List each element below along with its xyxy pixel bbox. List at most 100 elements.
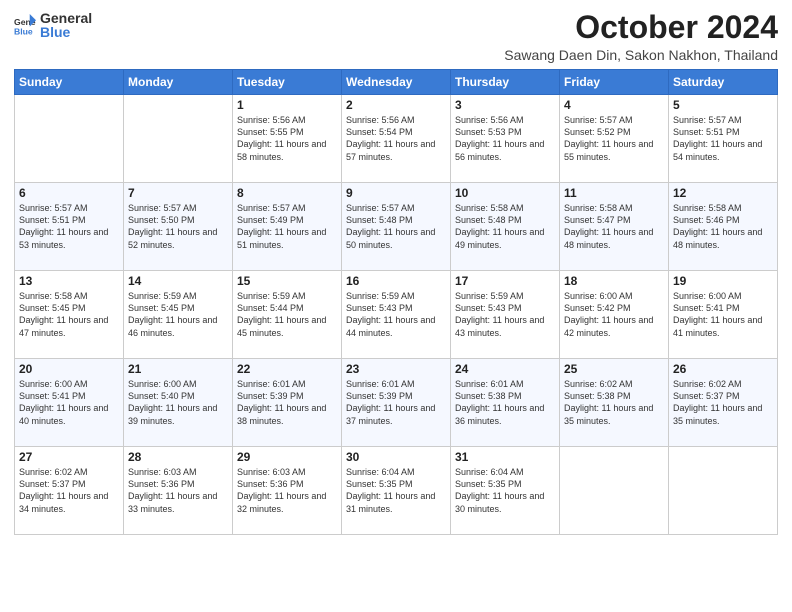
logo: General Blue General Blue [14, 10, 92, 40]
main-title: October 2024 [504, 10, 778, 45]
week-row-4: 27 Sunrise: 6:02 AM Sunset: 5:37 PM Dayli… [15, 447, 778, 535]
cell-info: Sunrise: 5:57 AM Sunset: 5:51 PM Dayligh… [673, 114, 773, 163]
cell-4-3: 30 Sunrise: 6:04 AM Sunset: 5:35 PM Dayli… [342, 447, 451, 535]
week-row-1: 6 Sunrise: 5:57 AM Sunset: 5:51 PM Daylig… [15, 183, 778, 271]
cell-info: Sunrise: 5:58 AM Sunset: 5:47 PM Dayligh… [564, 202, 664, 251]
week-row-0: 1 Sunrise: 5:56 AM Sunset: 5:55 PM Daylig… [15, 95, 778, 183]
cell-3-6: 26 Sunrise: 6:02 AM Sunset: 5:37 PM Dayli… [669, 359, 778, 447]
cell-info: Sunrise: 6:04 AM Sunset: 5:35 PM Dayligh… [455, 466, 555, 515]
cell-0-3: 2Sunrise: 5:56 AM Sunset: 5:54 PM Daylig… [342, 95, 451, 183]
week-row-3: 20Sunrise: 6:00 AM Sunset: 5:41 PM Dayli… [15, 359, 778, 447]
cell-info: Sunrise: 5:57 AM Sunset: 5:50 PM Dayligh… [128, 202, 228, 251]
day-number: 30 [346, 450, 446, 464]
day-number: 26 [673, 362, 773, 376]
day-number: 6 [19, 186, 119, 200]
cell-info: Sunrise: 5:57 AM Sunset: 5:48 PM Dayligh… [346, 202, 446, 251]
cell-2-6: 19Sunrise: 6:00 AM Sunset: 5:41 PM Dayli… [669, 271, 778, 359]
cell-4-2: 29 Sunrise: 6:03 AM Sunset: 5:36 PM Dayli… [233, 447, 342, 535]
cell-0-6: 5Sunrise: 5:57 AM Sunset: 5:51 PM Daylig… [669, 95, 778, 183]
cell-info: Sunrise: 5:56 AM Sunset: 5:54 PM Dayligh… [346, 114, 446, 163]
cell-info: Sunrise: 5:57 AM Sunset: 5:51 PM Dayligh… [19, 202, 119, 251]
cell-info: Sunrise: 5:56 AM Sunset: 5:53 PM Dayligh… [455, 114, 555, 163]
day-number: 16 [346, 274, 446, 288]
day-number: 7 [128, 186, 228, 200]
day-number: 22 [237, 362, 337, 376]
cell-1-5: 11 Sunrise: 5:58 AM Sunset: 5:47 PM Dayli… [560, 183, 669, 271]
cell-info: Sunrise: 5:59 AM Sunset: 5:45 PM Dayligh… [128, 290, 228, 339]
cell-info: Sunrise: 5:58 AM Sunset: 5:45 PM Dayligh… [19, 290, 119, 339]
cell-3-0: 20Sunrise: 6:00 AM Sunset: 5:41 PM Dayli… [15, 359, 124, 447]
cell-info: Sunrise: 5:59 AM Sunset: 5:43 PM Dayligh… [455, 290, 555, 339]
day-number: 9 [346, 186, 446, 200]
cell-2-1: 14 Sunrise: 5:59 AM Sunset: 5:45 PM Dayli… [124, 271, 233, 359]
day-number: 12 [673, 186, 773, 200]
cell-1-3: 9 Sunrise: 5:57 AM Sunset: 5:48 PM Daylig… [342, 183, 451, 271]
cell-info: Sunrise: 6:02 AM Sunset: 5:38 PM Dayligh… [564, 378, 664, 427]
header-friday: Friday [560, 70, 669, 95]
day-number: 11 [564, 186, 664, 200]
header-sunday: Sunday [15, 70, 124, 95]
cell-info: Sunrise: 6:02 AM Sunset: 5:37 PM Dayligh… [19, 466, 119, 515]
day-number: 13 [19, 274, 119, 288]
day-number: 23 [346, 362, 446, 376]
cell-4-0: 27 Sunrise: 6:02 AM Sunset: 5:37 PM Dayli… [15, 447, 124, 535]
cell-1-1: 7 Sunrise: 5:57 AM Sunset: 5:50 PM Daylig… [124, 183, 233, 271]
day-number: 4 [564, 98, 664, 112]
cell-1-4: 10Sunrise: 5:58 AM Sunset: 5:48 PM Dayli… [451, 183, 560, 271]
cell-info: Sunrise: 5:56 AM Sunset: 5:55 PM Dayligh… [237, 114, 337, 163]
cell-info: Sunrise: 5:59 AM Sunset: 5:44 PM Dayligh… [237, 290, 337, 339]
day-number: 3 [455, 98, 555, 112]
cell-3-4: 24 Sunrise: 6:01 AM Sunset: 5:38 PM Dayli… [451, 359, 560, 447]
cell-4-1: 28Sunrise: 6:03 AM Sunset: 5:36 PM Dayli… [124, 447, 233, 535]
header-wednesday: Wednesday [342, 70, 451, 95]
day-number: 18 [564, 274, 664, 288]
cell-0-0 [15, 95, 124, 183]
cell-3-1: 21Sunrise: 6:00 AM Sunset: 5:40 PM Dayli… [124, 359, 233, 447]
day-number: 31 [455, 450, 555, 464]
cell-info: Sunrise: 6:03 AM Sunset: 5:36 PM Dayligh… [237, 466, 337, 515]
day-number: 19 [673, 274, 773, 288]
header-thursday: Thursday [451, 70, 560, 95]
logo-blue: Blue [40, 24, 92, 40]
day-number: 1 [237, 98, 337, 112]
cell-1-2: 8 Sunrise: 5:57 AM Sunset: 5:49 PM Daylig… [233, 183, 342, 271]
cell-0-1 [124, 95, 233, 183]
cell-2-2: 15 Sunrise: 5:59 AM Sunset: 5:44 PM Dayli… [233, 271, 342, 359]
header-tuesday: Tuesday [233, 70, 342, 95]
day-number: 8 [237, 186, 337, 200]
cell-0-5: 4 Sunrise: 5:57 AM Sunset: 5:52 PM Daylig… [560, 95, 669, 183]
cell-info: Sunrise: 5:58 AM Sunset: 5:48 PM Dayligh… [455, 202, 555, 251]
cell-0-4: 3 Sunrise: 5:56 AM Sunset: 5:53 PM Daylig… [451, 95, 560, 183]
svg-text:Blue: Blue [14, 27, 33, 37]
day-number: 28 [128, 450, 228, 464]
cell-2-4: 17 Sunrise: 5:59 AM Sunset: 5:43 PM Dayli… [451, 271, 560, 359]
cell-info: Sunrise: 6:00 AM Sunset: 5:41 PM Dayligh… [19, 378, 119, 427]
cell-info: Sunrise: 6:04 AM Sunset: 5:35 PM Dayligh… [346, 466, 446, 515]
header-monday: Monday [124, 70, 233, 95]
day-number: 24 [455, 362, 555, 376]
cell-0-2: 1 Sunrise: 5:56 AM Sunset: 5:55 PM Daylig… [233, 95, 342, 183]
cell-info: Sunrise: 6:01 AM Sunset: 5:39 PM Dayligh… [346, 378, 446, 427]
header-saturday: Saturday [669, 70, 778, 95]
cell-info: Sunrise: 6:02 AM Sunset: 5:37 PM Dayligh… [673, 378, 773, 427]
day-number: 27 [19, 450, 119, 464]
cell-info: Sunrise: 6:01 AM Sunset: 5:38 PM Dayligh… [455, 378, 555, 427]
cell-info: Sunrise: 5:57 AM Sunset: 5:52 PM Dayligh… [564, 114, 664, 163]
cell-info: Sunrise: 6:00 AM Sunset: 5:42 PM Dayligh… [564, 290, 664, 339]
cell-1-0: 6 Sunrise: 5:57 AM Sunset: 5:51 PM Daylig… [15, 183, 124, 271]
cell-info: Sunrise: 6:01 AM Sunset: 5:39 PM Dayligh… [237, 378, 337, 427]
day-number: 14 [128, 274, 228, 288]
day-number: 29 [237, 450, 337, 464]
calendar-table: Sunday Monday Tuesday Wednesday Thursday… [14, 69, 778, 535]
cell-2-5: 18 Sunrise: 6:00 AM Sunset: 5:42 PM Dayli… [560, 271, 669, 359]
day-number: 17 [455, 274, 555, 288]
cell-3-2: 22 Sunrise: 6:01 AM Sunset: 5:39 PM Dayli… [233, 359, 342, 447]
cell-2-0: 13 Sunrise: 5:58 AM Sunset: 5:45 PM Dayli… [15, 271, 124, 359]
cell-info: Sunrise: 5:57 AM Sunset: 5:49 PM Dayligh… [237, 202, 337, 251]
page: General Blue General Blue October 2024 S… [0, 0, 792, 612]
day-number: 15 [237, 274, 337, 288]
cell-1-6: 12Sunrise: 5:58 AM Sunset: 5:46 PM Dayli… [669, 183, 778, 271]
week-row-2: 13 Sunrise: 5:58 AM Sunset: 5:45 PM Dayli… [15, 271, 778, 359]
cell-info: Sunrise: 5:59 AM Sunset: 5:43 PM Dayligh… [346, 290, 446, 339]
cell-3-3: 23 Sunrise: 6:01 AM Sunset: 5:39 PM Dayli… [342, 359, 451, 447]
